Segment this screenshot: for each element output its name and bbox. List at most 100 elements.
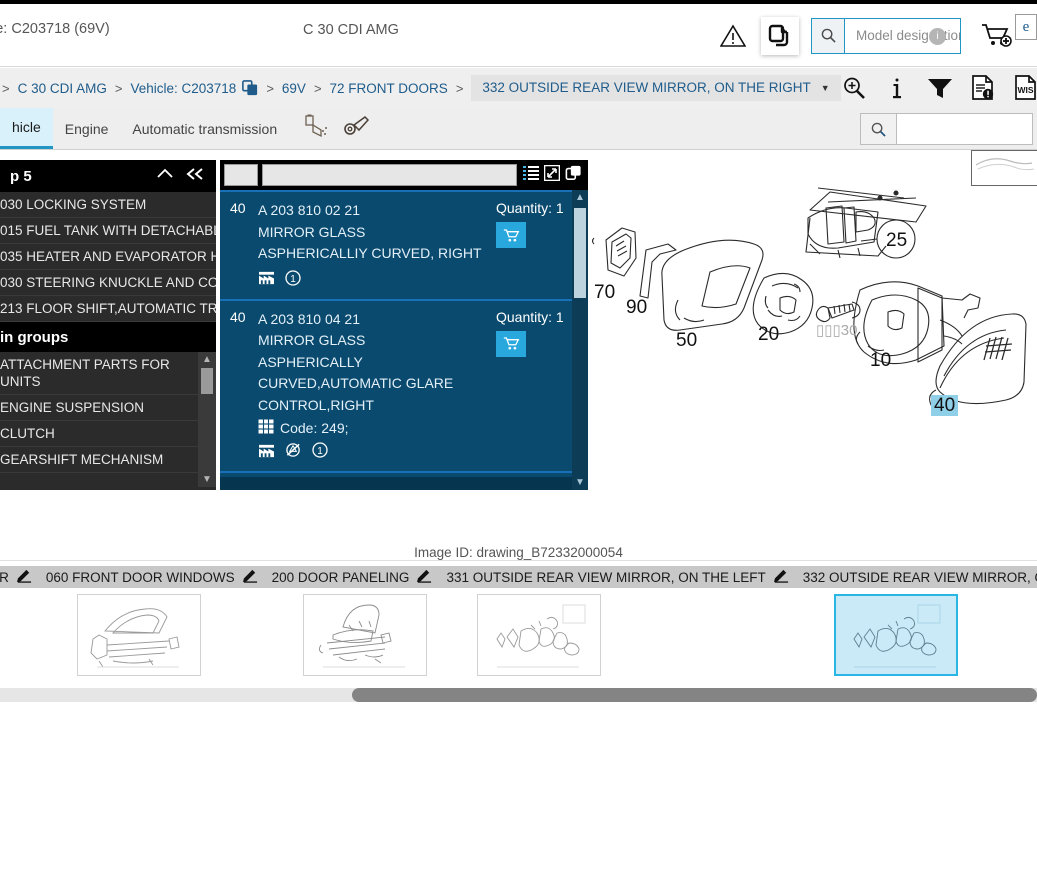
paint-spray-icon[interactable] [303, 114, 329, 143]
drawing-callout-70[interactable]: 70 [594, 282, 615, 303]
edge-browser-button[interactable]: e [1015, 14, 1037, 40]
thumbnail-image-selected[interactable] [833, 594, 958, 676]
exploded-view-drawing[interactable]: 70 90 50 20 25 10 ▯▯▯30 40 [588, 150, 1037, 500]
breadcrumb-item-group[interactable]: 72 FRONT DOORS [330, 81, 448, 96]
add-to-cart-icon[interactable] [981, 21, 1015, 51]
grid-icon[interactable] [258, 419, 274, 437]
parts-list-item-partial[interactable] [220, 471, 588, 477]
breadcrumb-current-dropdown[interactable]: 332 OUTSIDE REAR VIEW MIRROR, ON THE RIG… [471, 75, 841, 101]
sidebar-item-floor-shift[interactable]: 213 FLOOR SHIFT,AUTOMATIC TR... [0, 296, 216, 322]
copy-icon[interactable] [565, 165, 582, 186]
no-recycle-icon[interactable] [285, 442, 302, 463]
breadcrumb-separator: > [455, 80, 464, 96]
search-icon[interactable] [861, 114, 897, 144]
parts-list-item[interactable]: 40 A 203 810 02 21 MIRROR GLASS ASPHERIC… [220, 190, 588, 299]
tab-engine[interactable]: Engine [53, 108, 121, 149]
add-part-to-cart-button[interactable] [496, 330, 526, 357]
sidebar-item-attachment-parts[interactable]: ATTACHMENT PARTS FOR UNITS [0, 352, 198, 395]
breadcrumb-item-model[interactable]: C 30 CDI AMG [18, 81, 107, 96]
thumbnail-image[interactable] [302, 594, 427, 676]
thumbnail-label: 200 DOOR PANELING [264, 566, 440, 588]
thumbnail-label-text: 060 FRONT DOOR WINDOWS [45, 569, 235, 585]
document-alert-icon[interactable] [970, 74, 996, 102]
drawing-callout-20[interactable]: 20 [758, 324, 779, 345]
thumbnail-item-front-door-windows[interactable]: 060 FRONT DOOR WINDOWS [38, 566, 265, 676]
chevron-up-icon[interactable] [156, 167, 174, 185]
drawing-callout-40[interactable]: 40 [934, 395, 955, 416]
sidebar-item-heater-evaporator[interactable]: 035 HEATER AND EVAPORATOR H... [0, 244, 216, 270]
thumbnail-item-mirror-right[interactable]: 332 OUTSIDE REAR VIEW MIRROR, ON THE RIG… [795, 566, 1037, 676]
sidebar-item-fuel-tank[interactable]: 015 FUEL TANK WITH DETACHABL... [0, 218, 216, 244]
parts-quick-search-input[interactable] [897, 114, 1032, 144]
drawing-callout-30[interactable]: ▯▯▯30 [816, 322, 857, 339]
part-position-number: 40 [230, 200, 246, 216]
thumbnail-scroll-thumb[interactable] [352, 688, 1037, 702]
sidebar-scrollbar[interactable]: ▲ ▼ [198, 352, 216, 487]
sidebar-scroll-thumb[interactable] [201, 368, 213, 394]
scroll-up-arrow-icon[interactable]: ▲ [575, 190, 585, 205]
add-part-to-cart-button[interactable] [496, 222, 526, 248]
thumbnail-item-mirror-left[interactable]: 331 OUTSIDE REAR VIEW MIRROR, ON THE LEF… [439, 566, 796, 676]
chevrons-left-icon[interactable] [186, 167, 206, 185]
thumbnail-horizontal-scrollbar[interactable] [0, 688, 1037, 702]
filter-icon[interactable] [927, 74, 953, 102]
copy-documents-icon[interactable] [761, 16, 799, 55]
breadcrumb-bar: > C 30 CDI AMG > Vehicle: C203718 > 69V … [0, 68, 1037, 108]
warning-triangle-icon[interactable] [719, 22, 747, 50]
scroll-down-arrow-icon[interactable]: ▼ [575, 475, 585, 490]
edit-icon[interactable] [16, 568, 32, 586]
zoom-in-icon[interactable] [841, 74, 867, 102]
wis-document-icon[interactable]: WIS [1013, 74, 1037, 102]
svg-text:1: 1 [317, 446, 323, 457]
parts-scrollbar[interactable]: ▲ ▼ [572, 190, 588, 490]
thumbnail-item-door-paneling[interactable]: 200 DOOR PANELING [264, 566, 440, 676]
breadcrumb-separator: > [313, 80, 322, 96]
parts-list-item[interactable]: 40 A 203 810 04 21 MIRROR GLASS ASPHERIC… [220, 298, 588, 471]
drawing-callout-50[interactable]: 50 [676, 330, 697, 351]
sidebar-item-label: 030 STEERING KNUCKLE AND CO... [0, 275, 216, 290]
sidebar-item-gearshift-mechanism[interactable]: GEARSHIFT MECHANISM [0, 447, 198, 473]
drawing-callout-10[interactable]: 10 [870, 350, 891, 371]
edit-icon[interactable] [773, 568, 789, 586]
model-search-input[interactable]: Model designation i [845, 19, 960, 53]
part-description: ASPHERICALLIY CURVED, RIGHT [258, 245, 482, 261]
model-search-group[interactable]: Model designation i [811, 17, 961, 54]
sidebar-item-locking-system[interactable]: 030 LOCKING SYSTEM [0, 192, 216, 218]
tools-icon[interactable] [343, 114, 371, 143]
sidebar-item-engine-suspension[interactable]: ENGINE SUSPENSION [0, 395, 198, 421]
thumbnail-image[interactable] [477, 594, 602, 676]
thumbnail-item-clipped[interactable]:  R [0, 566, 39, 588]
factory-icon[interactable] [258, 443, 275, 463]
parts-filter-number-input[interactable] [224, 164, 258, 186]
factory-icon[interactable] [258, 270, 275, 290]
tab-vehicle[interactable]: hicle [0, 108, 53, 149]
sidebar-item-steering-knuckle[interactable]: 030 STEERING KNUCKLE AND CO... [0, 270, 216, 296]
sidebar-item-clutch[interactable]: CLUTCH [0, 421, 198, 447]
scroll-up-arrow-icon[interactable]: ▲ [202, 352, 212, 367]
thumbnail-image[interactable] [76, 594, 201, 676]
tab-automatic-transmission[interactable]: Automatic transmission [120, 108, 289, 149]
circled-one-icon[interactable]: 1 [312, 442, 328, 463]
breadcrumb-item-vehicle[interactable]: Vehicle: C203718 [130, 81, 236, 96]
info-icon[interactable] [884, 74, 910, 102]
parts-toolbar [220, 160, 588, 190]
list-view-icon[interactable] [523, 165, 539, 186]
drawing-callout-25[interactable]: 25 [886, 230, 907, 251]
drawing-inset-box[interactable] [971, 150, 1037, 186]
part-code-row: Code: 249; [258, 419, 496, 437]
copy-icon[interactable] [242, 80, 258, 96]
drawing-callout-90[interactable]: 90 [626, 297, 647, 318]
expand-icon[interactable] [543, 164, 561, 186]
edit-icon[interactable] [417, 568, 432, 586]
parts-quick-search[interactable] [860, 113, 1033, 145]
breadcrumb-item-code[interactable]: 69V [282, 81, 306, 96]
parts-scroll-thumb[interactable] [574, 208, 586, 298]
search-icon[interactable] [812, 18, 845, 53]
breadcrumb-separator: > [266, 80, 274, 96]
circled-one-icon[interactable]: 1 [285, 269, 301, 291]
part-number: A 203 810 02 21 [258, 202, 360, 218]
edit-icon[interactable] [242, 568, 258, 586]
sidebar-item-label: GEARSHIFT MECHANISM [0, 452, 164, 467]
scroll-down-arrow-icon[interactable]: ▼ [202, 472, 212, 487]
parts-filter-text-input[interactable] [262, 164, 517, 186]
